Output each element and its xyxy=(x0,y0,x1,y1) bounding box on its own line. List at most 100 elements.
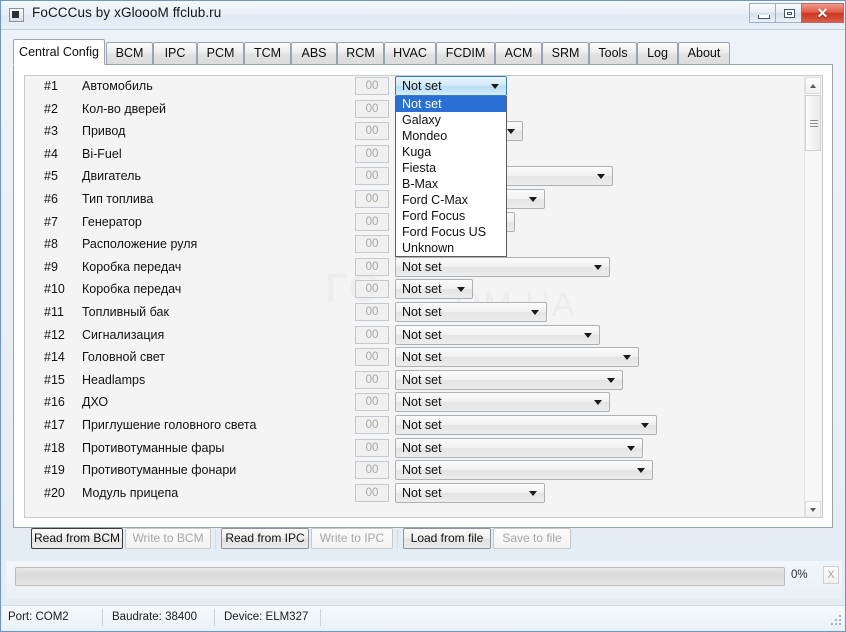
config-row-number: #3 xyxy=(44,124,58,139)
chevron-down-icon xyxy=(641,422,649,428)
dropdown-option[interactable]: Not set xyxy=(396,96,506,112)
config-scroll-panel[interactable]: ГО ОМ.UA #1Автомобиль00Not set#2Кол-во д… xyxy=(24,75,823,518)
scroll-down-button[interactable] xyxy=(805,501,821,517)
tab-about[interactable]: About xyxy=(678,42,730,64)
config-row-hex-value[interactable]: 00 xyxy=(355,122,389,141)
tab-acm[interactable]: ACM xyxy=(495,42,542,64)
dropdown-option[interactable]: Ford Focus US xyxy=(396,224,506,240)
window-title: FoCCCus by xGloooM ffclub.ru xyxy=(32,5,222,20)
config-row-number: #8 xyxy=(44,237,58,252)
dropdown-option[interactable]: Fiesta xyxy=(396,160,506,176)
tab-fcdim[interactable]: FCDIM xyxy=(436,42,495,64)
dropdown-option[interactable]: Kuga xyxy=(396,144,506,160)
config-row: #14 Головной свет 00 Not set xyxy=(25,347,806,370)
config-row-hex-value[interactable]: 00 xyxy=(355,348,389,367)
config-row-number: #15 xyxy=(44,372,65,387)
load-from-file-button[interactable]: Load from file xyxy=(403,528,491,549)
tab-log[interactable]: Log xyxy=(637,42,678,64)
dropdown-option[interactable]: Ford Focus xyxy=(396,208,506,224)
config-row-label: Тип топлива xyxy=(82,191,154,206)
config-row-combobox[interactable]: Not set xyxy=(395,482,545,503)
minimize-icon xyxy=(758,15,770,19)
config-row-hex-value[interactable]: 00 xyxy=(355,99,389,118)
tab-ipc[interactable]: IPC xyxy=(153,42,197,64)
config-row-label: Расположение руля xyxy=(82,237,198,252)
tab-hvac[interactable]: HVAC xyxy=(384,42,436,64)
config-row-combobox[interactable]: Not set xyxy=(395,347,639,368)
dropdown-option[interactable]: B-Max xyxy=(396,176,506,192)
config-row-hex-value[interactable]: 00 xyxy=(355,393,389,412)
vertical-scrollbar[interactable] xyxy=(804,77,821,517)
config-row-combobox[interactable]: Not set xyxy=(395,279,473,300)
minimize-button[interactable] xyxy=(749,3,776,23)
read-from-bcm-button[interactable]: Read from BCM xyxy=(31,528,123,549)
config-row-hex-value[interactable]: 00 xyxy=(355,257,389,276)
config-row-combobox[interactable]: Not set xyxy=(395,76,507,96)
config-row-hex-value[interactable]: 00 xyxy=(355,483,389,502)
config-row-hex-value[interactable]: 00 xyxy=(355,325,389,344)
maximize-button[interactable] xyxy=(775,3,802,23)
read-from-ipc-button[interactable]: Read from IPC xyxy=(221,528,309,549)
config-row-label: Головной свет xyxy=(82,350,165,365)
dropdown-option[interactable]: Ford C-Max xyxy=(396,192,506,208)
tab-pcm[interactable]: PCM xyxy=(197,42,244,64)
config-row-combobox[interactable]: Not set xyxy=(395,414,657,435)
scroll-up-button[interactable] xyxy=(805,77,821,94)
config-row-hex-value[interactable]: 00 xyxy=(355,280,389,299)
config-row-number: #7 xyxy=(44,214,58,229)
tab-tools[interactable]: Tools xyxy=(589,42,637,64)
combobox-dropdown-list[interactable]: Not set Galaxy Mondeo Kuga Fiesta B-Max Ford C… xyxy=(395,96,507,257)
config-row-hex-value[interactable]: 00 xyxy=(355,461,389,480)
config-row-combobox[interactable]: Not set xyxy=(395,256,610,277)
chevron-down-icon xyxy=(594,264,602,270)
config-row-hex-value[interactable]: 00 xyxy=(355,189,389,208)
config-row-label: Генератор xyxy=(82,214,142,229)
status-bar-cell: Baudrate: 38400 xyxy=(112,611,198,623)
progress-cancel-button[interactable]: X xyxy=(823,566,839,584)
config-row-hex-value[interactable]: 00 xyxy=(355,235,389,254)
resize-grip-icon[interactable] xyxy=(831,615,843,627)
title-bar: FoCCCus by xGloooM ffclub.ru ✕ xyxy=(1,1,845,30)
dropdown-option[interactable]: Unknown xyxy=(396,240,506,256)
tab-tcm[interactable]: TCM xyxy=(244,42,291,64)
config-row-hex-value[interactable]: 00 xyxy=(355,415,389,434)
close-button[interactable]: ✕ xyxy=(801,3,844,23)
config-row-combobox[interactable]: Not set xyxy=(395,392,610,413)
chevron-down-icon xyxy=(584,332,592,338)
config-row-label: Коробка передач xyxy=(82,259,182,274)
tab-srm[interactable]: SRM xyxy=(542,42,589,64)
tab-bcm[interactable]: BCM xyxy=(106,42,153,64)
config-row-hex-value[interactable]: 00 xyxy=(355,302,389,321)
dropdown-option[interactable]: Mondeo xyxy=(396,128,506,144)
config-row-combobox[interactable]: Not set xyxy=(395,369,623,390)
write-to-ipc-button: Write to IPC xyxy=(311,528,393,549)
config-row-hex-value[interactable]: 00 xyxy=(355,144,389,163)
status-bar: Port: COM2 Baudrate: 38400 Device: ELM327 xyxy=(2,605,845,630)
config-row-hex-value[interactable]: 00 xyxy=(355,212,389,231)
config-row-hex-value[interactable]: 00 xyxy=(355,167,389,186)
button-group-divider xyxy=(397,529,398,549)
config-row-hex-value[interactable]: 00 xyxy=(355,438,389,457)
tab-rcm[interactable]: RCM xyxy=(337,42,384,64)
config-row-hex-value[interactable]: 00 xyxy=(355,77,389,95)
combobox-value: Not set xyxy=(402,350,442,365)
tab-central-config[interactable]: Central Config xyxy=(13,39,105,65)
config-row-number: #4 xyxy=(44,146,58,161)
config-row-label: Автомобиль xyxy=(82,79,153,93)
config-row-combobox[interactable]: Not set xyxy=(395,301,547,322)
chevron-down-icon xyxy=(529,196,537,202)
config-row: #16 ДХО 00 Not set xyxy=(25,392,806,415)
config-row-label: Противотуманные фонари xyxy=(82,463,237,478)
chevron-down-icon xyxy=(607,377,615,383)
scrollbar-thumb[interactable] xyxy=(805,95,821,151)
config-row-combobox[interactable]: Not set xyxy=(395,460,653,481)
config-row-hex-value[interactable]: 00 xyxy=(355,370,389,389)
chevron-down-icon xyxy=(627,445,635,451)
config-row-label: Headlamps xyxy=(82,372,146,387)
chevron-down-icon xyxy=(531,309,539,315)
tab-abs[interactable]: ABS xyxy=(291,42,337,64)
config-row-combobox[interactable]: Not set xyxy=(395,324,600,345)
config-row-combobox[interactable]: Not set xyxy=(395,437,643,458)
config-row-number: #17 xyxy=(44,417,65,432)
dropdown-option[interactable]: Galaxy xyxy=(396,112,506,128)
